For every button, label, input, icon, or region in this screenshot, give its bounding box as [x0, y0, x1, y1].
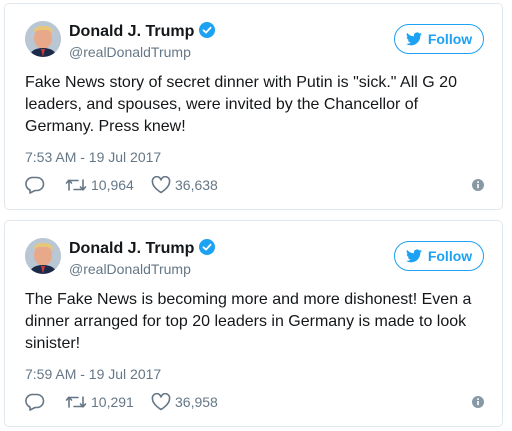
display-name-text: Donald J. Trump [69, 240, 195, 257]
tweet-text: Fake News story of secret dinner with Pu… [25, 74, 457, 135]
tweet-actions: 10,291 36,958 [25, 393, 487, 413]
avatar[interactable] [25, 238, 61, 274]
retweet-count: 10,964 [91, 177, 134, 193]
info-icon[interactable] [471, 395, 485, 409]
tweet-timestamp[interactable]: 7:59 AM - 19 Jul 2017 [25, 366, 161, 382]
retweet-icon [65, 179, 87, 191]
display-name[interactable]: Donald J. Trump [69, 239, 216, 258]
like-count: 36,638 [175, 177, 218, 193]
heart-icon [151, 393, 171, 411]
follow-label: Follow [427, 248, 473, 264]
like-count: 36,958 [175, 394, 218, 410]
user-handle[interactable]: @realDonaldTrump [69, 44, 191, 60]
twitter-bird-icon [405, 249, 422, 263]
display-name[interactable]: Donald J. Trump [69, 22, 216, 41]
display-name-text: Donald J. Trump [69, 23, 195, 40]
tweet-card: Donald J. Trump @realDonaldTrump Follow … [4, 3, 503, 210]
retweet-button[interactable]: 10,964 [65, 176, 134, 194]
follow-button[interactable]: Follow [394, 241, 484, 271]
reply-icon [25, 393, 45, 411]
twitter-bird-icon [405, 32, 422, 46]
retweet-icon [65, 396, 87, 408]
like-button[interactable]: 36,958 [151, 393, 218, 411]
tweet-actions: 10,964 36,638 [25, 176, 487, 196]
follow-label: Follow [427, 31, 473, 47]
retweet-count: 10,291 [91, 394, 134, 410]
heart-icon [151, 176, 171, 194]
user-handle[interactable]: @realDonaldTrump [69, 261, 191, 277]
reply-button[interactable] [25, 176, 45, 194]
like-button[interactable]: 36,638 [151, 176, 218, 194]
info-icon[interactable] [471, 178, 485, 192]
reply-icon [25, 176, 45, 194]
reply-button[interactable] [25, 393, 45, 411]
retweet-button[interactable]: 10,291 [65, 393, 134, 411]
verified-badge-icon [199, 239, 216, 255]
tweet-timestamp[interactable]: 7:53 AM - 19 Jul 2017 [25, 149, 161, 165]
tweet-card: Donald J. Trump @realDonaldTrump Follow … [4, 220, 503, 427]
verified-badge-icon [199, 22, 216, 38]
tweet-text: The Fake News is becoming more and more … [25, 291, 472, 352]
follow-button[interactable]: Follow [394, 24, 484, 54]
avatar[interactable] [25, 21, 61, 57]
